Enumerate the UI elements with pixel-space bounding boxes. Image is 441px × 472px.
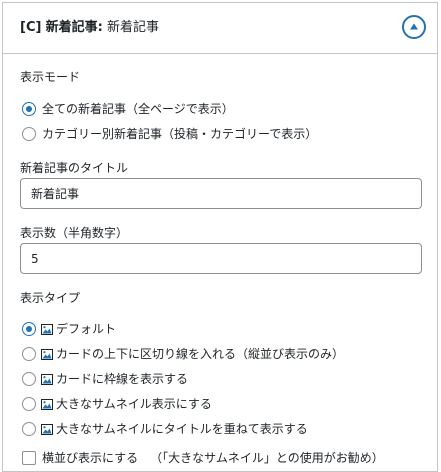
horizontal-checkbox[interactable] bbox=[22, 451, 36, 465]
image-icon bbox=[41, 398, 53, 410]
collapse-toggle-button[interactable] bbox=[402, 15, 426, 39]
option-label: 大きなサムネイル表示にする bbox=[56, 397, 212, 411]
display-type-option-large-thumb[interactable]: 大きなサムネイル表示にする bbox=[22, 395, 212, 413]
title-input[interactable] bbox=[20, 178, 422, 209]
radio-button[interactable] bbox=[22, 372, 36, 386]
radio-button[interactable] bbox=[22, 397, 36, 411]
display-mode-option-category[interactable]: カテゴリー別新着記事（投稿・カテゴリーで表示） bbox=[22, 125, 317, 143]
widget-type-name: 新着記事 bbox=[45, 20, 98, 35]
display-mode-option-all[interactable]: 全ての新着記事（全ページで表示） bbox=[22, 100, 234, 118]
display-type-option-border[interactable]: カードに枠線を表示する bbox=[22, 370, 188, 388]
radio-button[interactable] bbox=[22, 127, 36, 141]
widget-prefix: [C] bbox=[20, 20, 42, 35]
display-type-option-default[interactable]: デフォルト bbox=[22, 320, 116, 338]
widget-panel: [C] 新着記事: 新着記事 表示モード 全ての新着記事（全ページで表示） カテ… bbox=[2, 2, 438, 472]
option-label: カテゴリー別新着記事（投稿・カテゴリーで表示） bbox=[42, 127, 318, 141]
title-colon: : bbox=[97, 20, 103, 35]
widget-instance-title: 新着記事 bbox=[106, 20, 159, 35]
display-type-option-large-thumb-overlay[interactable]: 大きなサムネイルにタイトルを重ねて表示する bbox=[22, 420, 308, 438]
option-label: カードの上下に区切り線を入れる（縦並び表示のみ） bbox=[56, 347, 345, 361]
image-icon bbox=[41, 373, 53, 385]
count-field-label: 表示数（半角数字） bbox=[20, 226, 129, 240]
image-icon bbox=[41, 423, 53, 435]
radio-button[interactable] bbox=[22, 347, 36, 361]
triangle-up-icon bbox=[410, 23, 418, 30]
count-input[interactable] bbox=[20, 243, 422, 274]
horizontal-display-option[interactable]: 横並び表示にする （「大きなサムネイル」との使用がお勧め） bbox=[22, 449, 384, 467]
radio-button[interactable] bbox=[22, 322, 36, 336]
image-icon bbox=[41, 348, 53, 360]
widget-header[interactable]: [C] 新着記事: 新着記事 bbox=[3, 3, 437, 54]
image-icon bbox=[41, 323, 53, 335]
radio-button[interactable] bbox=[22, 422, 36, 436]
widget-title: [C] 新着記事: 新着記事 bbox=[20, 20, 159, 36]
radio-button[interactable] bbox=[22, 102, 36, 116]
title-field-label: 新着記事のタイトル bbox=[20, 161, 129, 175]
option-label: 大きなサムネイルにタイトルを重ねて表示する bbox=[56, 422, 308, 436]
option-label: カードに枠線を表示する bbox=[56, 372, 189, 386]
option-label: デフォルト bbox=[56, 322, 117, 336]
option-label: 全ての新着記事（全ページで表示） bbox=[42, 102, 234, 116]
display-mode-label: 表示モード bbox=[20, 70, 81, 84]
display-type-option-divider[interactable]: カードの上下に区切り線を入れる（縦並び表示のみ） bbox=[22, 345, 344, 363]
horizontal-note: （「大きなサムネイル」との使用がお勧め） bbox=[150, 451, 384, 465]
display-type-label: 表示タイプ bbox=[20, 291, 81, 305]
horizontal-label: 横並び表示にする bbox=[42, 451, 139, 465]
